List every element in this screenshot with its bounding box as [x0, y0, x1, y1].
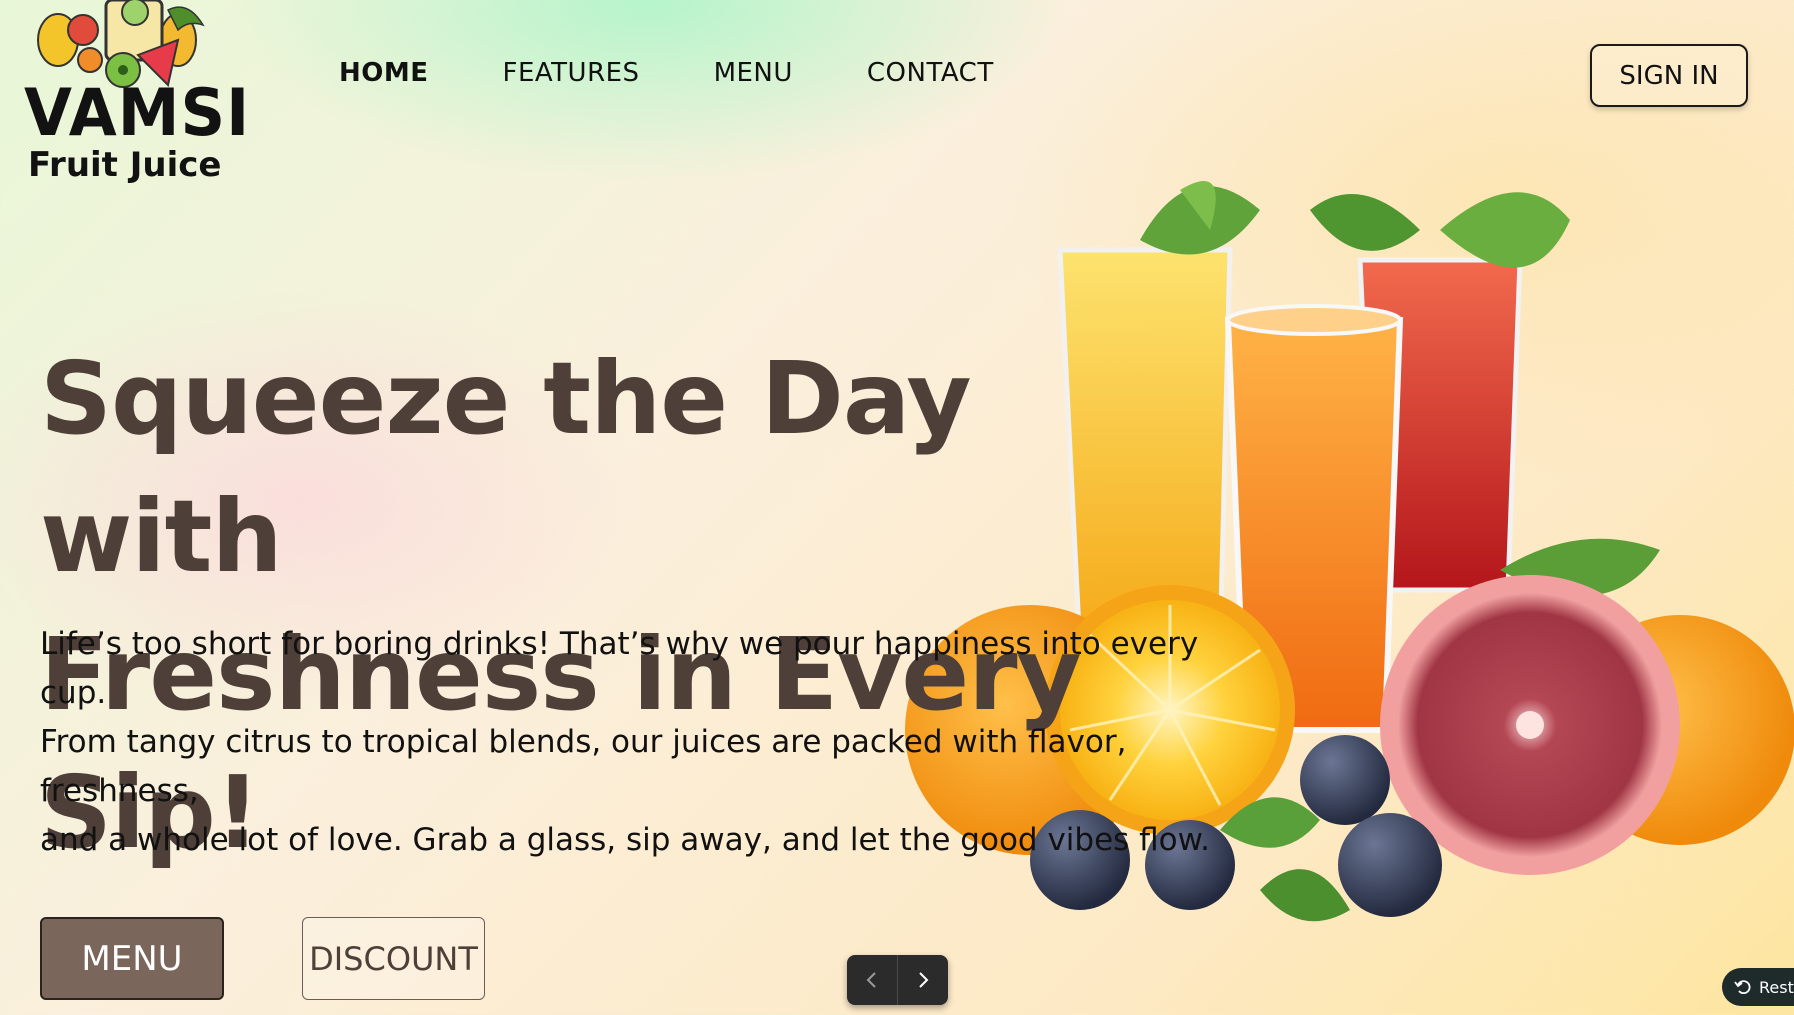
nav-menu[interactable]: MENU	[714, 58, 793, 88]
menu-button[interactable]: MENU	[40, 917, 224, 1000]
brand-logo[interactable]: VAMSI Fruit Juice	[18, 0, 249, 185]
discount-button[interactable]: DISCOUNT	[302, 917, 485, 1000]
next-slide-button[interactable]	[898, 955, 948, 1005]
hero-copy-line2: From tangy citrus to tropical blends, ou…	[40, 724, 1127, 809]
previous-slide-button[interactable]	[847, 955, 898, 1005]
restore-label: Resta	[1759, 977, 1794, 997]
sign-in-button[interactable]: SIGN IN	[1590, 44, 1748, 107]
nav-home[interactable]: HOME	[339, 58, 429, 88]
nav-features[interactable]: FEATURES	[503, 58, 640, 88]
restore-button[interactable]: Resta	[1722, 968, 1794, 1006]
main-nav: HOME FEATURES MENU CONTACT	[339, 58, 994, 88]
chevron-right-icon	[919, 972, 929, 988]
logo-name: VAMSI	[24, 74, 251, 151]
undo-icon	[1734, 980, 1751, 995]
chevron-left-icon	[866, 972, 876, 988]
logo-wordmark: VAMSI Fruit Juice	[24, 74, 251, 185]
hero-title-line1: Squeeze the Day with	[40, 340, 972, 595]
hero-copy-line1: Life’s too short for boring drinks! That…	[40, 626, 1199, 711]
nav-contact[interactable]: CONTACT	[867, 58, 994, 88]
hero-copy-line3: and a whole lot of love. Grab a glass, s…	[40, 822, 1211, 858]
hero-description: Life’s too short for boring drinks! That…	[40, 620, 1240, 865]
slide-pager	[847, 955, 948, 1005]
logo-tagline: Fruit Juice	[28, 145, 222, 185]
